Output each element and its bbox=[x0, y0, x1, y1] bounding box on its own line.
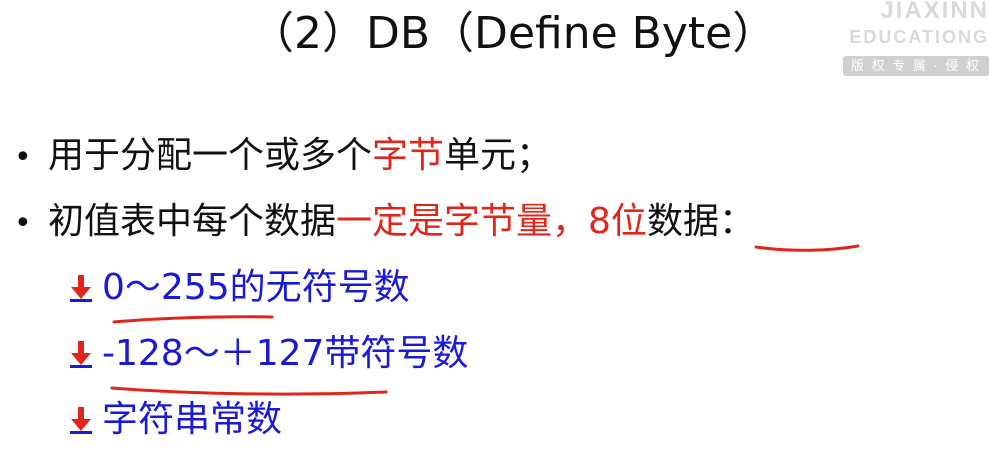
sub-item-2: -128～＋127带符号数 bbox=[68, 330, 468, 378]
sub-item-3: 字符串常数 bbox=[68, 396, 282, 444]
down-arrow-bullet-icon bbox=[70, 341, 92, 368]
bullet-1-text-part-3: 单元； bbox=[444, 135, 553, 176]
sub-item-3-text: 字符串常数 bbox=[102, 399, 283, 440]
down-arrow-bullet-icon bbox=[70, 407, 92, 434]
ink-underline-range-2 bbox=[110, 386, 388, 396]
down-arrow-bullet-icon bbox=[70, 275, 92, 302]
slide-title: （2）DB（Define Byte） bbox=[250, 8, 777, 59]
bullet-item-2: • 初值表中每个数据一定是字节量，8位数据： bbox=[14, 198, 755, 248]
sub-item-2-text: -128～＋127带符号数 bbox=[102, 333, 469, 374]
bullet-1-highlight: 字节 bbox=[372, 135, 445, 176]
bullet-dot-icon: • bbox=[14, 140, 32, 175]
sub-item-1-text: 0～255的无符号数 bbox=[102, 267, 410, 308]
bullet-2-highlight-bits: 8位 bbox=[588, 201, 647, 242]
watermark-badge: 版 权 专 属 · 侵 权 bbox=[842, 56, 989, 76]
bullet-2-text-part-4: 数据： bbox=[646, 201, 755, 242]
watermark-logo: JIAXINN EDUCATIONG 版 权 专 属 · 侵 权 bbox=[839, 0, 989, 84]
ink-underline-8bit bbox=[754, 244, 860, 252]
bullet-2-text-part-1: 初值表中每个数据 bbox=[48, 201, 337, 242]
ink-underline-range-1 bbox=[112, 315, 274, 324]
watermark-line2: EDUCATIONG bbox=[849, 27, 989, 47]
bullet-item-1: • 用于分配一个或多个字节单元； bbox=[14, 132, 552, 182]
watermark-line1: JIAXINN bbox=[880, 0, 989, 24]
slide-page: （2）DB（Define Byte） JIAXINN EDUCATIONG 版 … bbox=[0, 0, 989, 455]
bullet-dot-icon: • bbox=[14, 206, 32, 241]
bullet-1-text-part-1: 用于分配一个或多个 bbox=[48, 135, 373, 176]
sub-item-1: 0～255的无符号数 bbox=[68, 264, 410, 312]
bullet-2-highlight: 一定是字节量， bbox=[336, 201, 589, 242]
